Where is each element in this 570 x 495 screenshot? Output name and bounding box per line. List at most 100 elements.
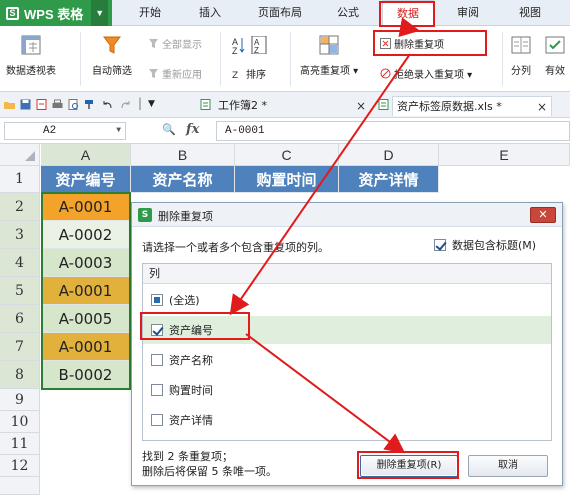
row-header-7[interactable]: 7 <box>0 333 40 361</box>
header-cell-asset-id[interactable]: 资产编号 <box>41 166 131 193</box>
checkbox-checked-icon[interactable] <box>151 324 163 336</box>
row-header-8[interactable]: 8 <box>0 361 40 389</box>
show-all-button[interactable]: 全部显示 <box>148 36 202 51</box>
tab-formula[interactable]: 公式 <box>326 0 370 26</box>
workbook-icon <box>378 99 389 110</box>
column-header-b[interactable]: B <box>131 144 235 166</box>
sort-button[interactable]: Z 排序 <box>232 66 266 81</box>
column-header-a[interactable]: A <box>41 144 131 166</box>
checkbox-unchecked-icon[interactable] <box>151 384 163 396</box>
dialog-instruction: 请选择一个或者多个包含重复项的列。 <box>142 241 329 254</box>
tab-view[interactable]: 视图 <box>508 0 552 26</box>
export-pdf-icon[interactable] <box>36 99 47 110</box>
table-cell[interactable]: A-0001 <box>41 277 131 305</box>
header-cell-purchase-date[interactable]: 购置时间 <box>235 166 339 193</box>
print-preview-icon[interactable] <box>68 99 79 110</box>
tab-page-layout[interactable]: 页面布局 <box>248 0 312 26</box>
row-header-9[interactable]: 9 <box>0 389 40 411</box>
highlight-duplicates-icon <box>319 35 339 55</box>
row-header-11[interactable]: 11 <box>0 433 40 455</box>
filter-reapply-icon <box>149 69 158 78</box>
redo-icon[interactable] <box>120 99 131 110</box>
ribbon-divider <box>502 32 503 86</box>
delete-duplicates-confirm-button[interactable]: 删除重复项(R) <box>360 455 458 477</box>
auto-filter-button[interactable]: 自动筛选 <box>92 34 132 77</box>
column-header-d[interactable]: D <box>339 144 439 166</box>
list-item-purchase-date[interactable]: 购置时间 <box>143 376 551 404</box>
close-button[interactable]: ✕ <box>530 207 556 223</box>
validity-button[interactable]: 有效 <box>544 34 566 77</box>
delete-duplicates-button[interactable]: 删除重复项 <box>380 36 444 51</box>
table-cell[interactable]: B-0002 <box>41 361 131 389</box>
reapply-button[interactable]: 重新应用 <box>148 66 202 81</box>
checkbox-unchecked-icon[interactable] <box>151 354 163 366</box>
dialog-title: 删除重复项 <box>158 210 213 223</box>
table-cell[interactable]: A-0001 <box>41 193 131 221</box>
doc-tab-asset-data[interactable]: 资产标签原数据.xls * × <box>392 96 552 116</box>
split-column-button[interactable]: 分列 <box>510 34 532 77</box>
undo-icon[interactable] <box>102 99 113 110</box>
print-icon[interactable] <box>52 99 63 110</box>
row-header-3[interactable]: 3 <box>0 221 40 249</box>
highlight-duplicates-button[interactable]: 高亮重复项 ▾ <box>300 34 358 77</box>
table-cell[interactable]: A-0005 <box>41 305 131 333</box>
checkbox-partial-icon[interactable] <box>151 294 163 306</box>
close-icon[interactable]: × <box>537 97 547 117</box>
has-header-checkbox[interactable]: 数据包含标题(M) <box>434 237 536 253</box>
function-icon[interactable]: fx <box>186 122 199 137</box>
list-item-asset-details[interactable]: 资产详情 <box>143 406 551 434</box>
row-header-10[interactable]: 10 <box>0 411 40 433</box>
list-item-asset-name[interactable]: 资产名称 <box>143 346 551 374</box>
table-cell[interactable]: A-0003 <box>41 249 131 277</box>
row-header-2[interactable]: 2 <box>0 193 40 221</box>
column-header-e[interactable]: E <box>439 144 570 166</box>
formula-input[interactable]: A-0001 <box>216 121 570 141</box>
chevron-down-icon[interactable]: ▼ <box>91 0 109 26</box>
tab-data[interactable]: 数据 <box>382 0 434 26</box>
pivot-table-button[interactable]: 数据透视表 <box>6 34 56 77</box>
table-cell[interactable]: A-0001 <box>41 333 131 361</box>
doc-tab-workbook2[interactable]: 工作簿2 * × <box>214 96 370 116</box>
open-folder-icon[interactable] <box>4 99 15 110</box>
row-header-12[interactable]: 12 <box>0 455 40 477</box>
row-header-6[interactable]: 6 <box>0 305 40 333</box>
ribbon-divider <box>80 32 81 86</box>
list-item-label: (全选) <box>169 294 200 307</box>
tab-review[interactable]: 审阅 <box>446 0 490 26</box>
sort-label: 排序 <box>246 70 266 81</box>
name-box[interactable]: A2 ▼ <box>4 122 126 140</box>
header-cell-asset-details[interactable]: 资产详情 <box>339 166 439 193</box>
divider: | <box>138 96 143 110</box>
column-header-c[interactable]: C <box>235 144 339 166</box>
row-header-4[interactable]: 4 <box>0 249 40 277</box>
sort-descending-icon: Z <box>232 71 238 79</box>
tab-home[interactable]: 开始 <box>130 0 170 26</box>
select-all-corner[interactable] <box>0 144 40 166</box>
close-icon[interactable]: × <box>356 96 366 116</box>
app-menu-button[interactable]: S WPS 表格 ▼ <box>0 0 112 26</box>
row-header-1[interactable]: 1 <box>0 166 40 193</box>
table-cell[interactable]: A-0002 <box>41 221 131 249</box>
formula-bar: A2 ▼ 🔍 fx A-0001 <box>0 118 570 144</box>
list-item-label: 资产详情 <box>169 414 213 427</box>
name-box-value: A2 <box>43 125 57 137</box>
reject-duplicates-button[interactable]: 拒绝录入重复项 ▾ <box>380 66 472 81</box>
sort-ascending-button[interactable]: A Z A Z <box>232 35 268 57</box>
zoom-search-icon[interactable]: 🔍 <box>162 123 176 136</box>
list-item-select-all[interactable]: (全选) <box>143 286 551 314</box>
save-icon[interactable] <box>20 99 31 110</box>
row-header-13[interactable] <box>0 477 40 495</box>
header-cell-asset-name[interactable]: 资产名称 <box>131 166 235 193</box>
reject-duplicates-icon <box>380 68 391 79</box>
chevron-down-icon[interactable]: ▼ <box>116 123 121 139</box>
dialog-titlebar[interactable]: S 删除重复项 ✕ <box>132 203 562 227</box>
column-list-header: 列 <box>143 264 551 284</box>
checkbox-unchecked-icon[interactable] <box>151 414 163 426</box>
checkbox-checked-icon[interactable] <box>434 239 446 251</box>
customize-toolbar-icon[interactable]: ▼ <box>148 99 155 109</box>
cancel-button[interactable]: 取消 <box>468 455 548 477</box>
format-painter-icon[interactable] <box>84 99 95 110</box>
tab-insert[interactable]: 插入 <box>190 0 230 26</box>
row-header-5[interactable]: 5 <box>0 277 40 305</box>
list-item-asset-id[interactable]: 资产编号 <box>143 316 551 344</box>
